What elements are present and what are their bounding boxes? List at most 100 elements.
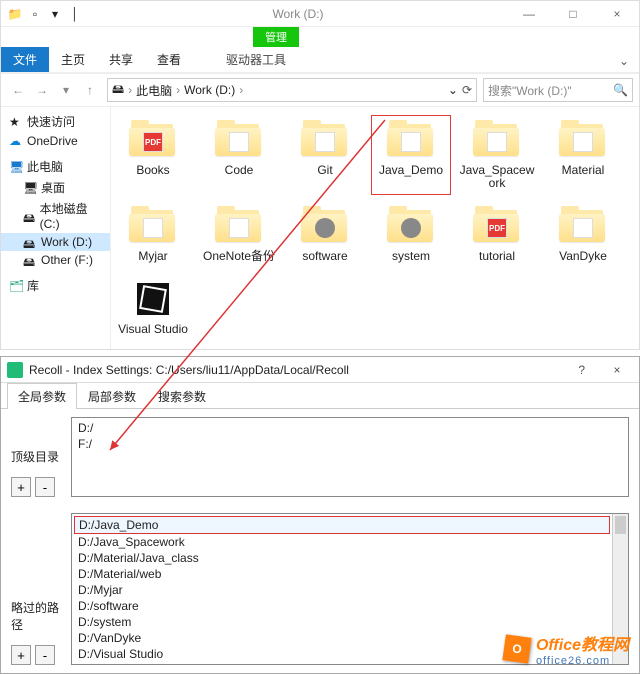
list-item[interactable]: D:/Material/Java_class — [74, 550, 610, 566]
folder-label: Visual Studio — [118, 323, 188, 336]
folder-item[interactable]: Material — [543, 115, 623, 195]
drive-icon: 🖴 — [23, 253, 37, 267]
top-dirs-remove-button[interactable]: - — [35, 477, 55, 497]
nav-up-button[interactable]: ↑ — [79, 79, 101, 101]
drive-icon: 🖴 — [23, 235, 37, 249]
folder-icon: PDF — [473, 206, 521, 246]
folder-label: Books — [136, 164, 169, 177]
window-title: Work (D:) — [89, 7, 507, 21]
ribbon-tab-share[interactable]: 共享 — [97, 47, 145, 72]
skip-paths-remove-button[interactable]: - — [35, 645, 55, 665]
folder-icon — [559, 206, 607, 246]
watermark: O Office教程网 office26.com — [504, 631, 629, 667]
close-button[interactable]: × — [595, 1, 639, 27]
close-button[interactable]: × — [601, 363, 633, 377]
folder-item[interactable]: Code — [199, 115, 279, 195]
recoll-titlebar: Recoll - Index Settings: C:/Users/liu11/… — [1, 357, 639, 383]
folder-item[interactable]: software — [285, 201, 365, 268]
folder-label: Code — [225, 164, 254, 177]
folder-item[interactable]: Java_Demo — [371, 115, 451, 195]
nav-onedrive[interactable]: ☁OneDrive — [1, 132, 110, 150]
chevron-right-icon[interactable]: › — [176, 83, 180, 97]
ribbon-tab-view[interactable]: 查看 — [145, 47, 193, 72]
refresh-button[interactable]: ⟳ — [462, 83, 472, 97]
nav-thispc[interactable]: 🖥此电脑 — [1, 156, 110, 177]
qat-item[interactable]: ▫ — [27, 6, 43, 22]
list-item[interactable]: F:/ — [74, 436, 626, 452]
address-dropdown[interactable]: ⌄ — [448, 83, 458, 97]
folder-icon — [559, 120, 607, 160]
folder-item[interactable]: PDF tutorial — [457, 201, 537, 268]
ribbon-expand-button[interactable]: ⌄ — [609, 50, 639, 72]
folder-icon — [387, 120, 435, 160]
ribbon-tab-file[interactable]: 文件 — [1, 47, 49, 72]
breadcrumb-thispc[interactable]: 此电脑 — [136, 82, 172, 99]
tab-search[interactable]: 搜索参数 — [147, 383, 217, 409]
qat-dropdown[interactable]: ▾ — [47, 6, 63, 22]
folder-label: Java_Demo — [379, 164, 443, 177]
address-bar[interactable]: 🖴 › 此电脑 › Work (D:) › ⌄ ⟳ — [107, 78, 477, 102]
address-row: ← → ▾ ↑ 🖴 › 此电脑 › Work (D:) › ⌄ ⟳ 搜索"Wor… — [1, 74, 639, 107]
nav-desktop[interactable]: 🖥桌面 — [1, 177, 110, 198]
ribbon-tab-drive-tools[interactable]: 驱动器工具 — [213, 47, 299, 72]
nav-label: 桌面 — [41, 179, 65, 196]
list-item[interactable]: D:/ — [74, 420, 626, 436]
list-item[interactable]: D:/software — [74, 598, 610, 614]
folder-label: software — [302, 250, 347, 263]
chevron-right-icon[interactable]: › — [128, 83, 132, 97]
nav-label: 库 — [27, 277, 39, 294]
breadcrumb-drive[interactable]: Work (D:) — [184, 83, 235, 97]
folder-label: tutorial — [479, 250, 515, 263]
folder-icon — [301, 120, 349, 160]
list-item[interactable]: D:/system — [74, 614, 610, 630]
maximize-button[interactable]: □ — [551, 1, 595, 27]
top-dirs-list[interactable]: D:/F:/ — [71, 417, 629, 497]
folder-label: Git — [317, 164, 332, 177]
folder-item[interactable]: Myjar — [113, 201, 193, 268]
folder-item[interactable]: OneNote备份 — [199, 201, 279, 268]
tab-global[interactable]: 全局参数 — [7, 383, 77, 409]
list-item[interactable]: D:/Java_Spacework — [74, 534, 610, 550]
minimize-button[interactable]: — — [507, 1, 551, 27]
explorer-titlebar: 📁 ▫ ▾ │ Work (D:) — □ × — [1, 1, 639, 27]
search-placeholder: 搜索"Work (D:)" — [488, 82, 572, 99]
nav-other-f[interactable]: 🖴Other (F:) — [1, 251, 110, 269]
folder-label: Myjar — [138, 250, 167, 263]
top-dirs-add-button[interactable]: + — [11, 477, 31, 497]
folder-icon: PDF — [129, 120, 177, 160]
help-button[interactable]: ? — [566, 363, 598, 377]
list-item[interactable]: D:/Material/web — [74, 566, 610, 582]
nav-label: Work (D:) — [41, 235, 92, 249]
scrollbar-thumb[interactable] — [615, 516, 626, 534]
folder-item[interactable]: PDF Books — [113, 115, 193, 195]
chevron-right-icon[interactable]: › — [239, 83, 243, 97]
top-dirs-label: 顶级目录 — [11, 448, 63, 465]
section-top-dirs: 顶级目录 + - D:/F:/ — [1, 409, 639, 505]
folder-icon — [129, 206, 177, 246]
folder-item[interactable]: Java_Spacework — [457, 115, 537, 195]
ribbon-tab-home[interactable]: 主页 — [49, 47, 97, 72]
skip-paths-add-button[interactable]: + — [11, 645, 31, 665]
list-item[interactable]: D:/Java_Demo — [74, 516, 610, 534]
folder-item[interactable]: Visual Studio — [113, 274, 193, 341]
folder-icon — [301, 206, 349, 246]
list-item[interactable]: D:/Myjar — [74, 582, 610, 598]
nav-label: 此电脑 — [27, 158, 63, 175]
folder-label: Material — [562, 164, 605, 177]
watermark-url: office26.com — [536, 655, 629, 667]
nav-forward-button[interactable]: → — [31, 79, 53, 101]
tab-local[interactable]: 局部参数 — [77, 383, 147, 409]
search-input[interactable]: 搜索"Work (D:)" 🔍 — [483, 78, 633, 102]
folder-item[interactable]: VanDyke — [543, 201, 623, 268]
nav-libraries[interactable]: 🗂库 — [1, 275, 110, 296]
folder-item[interactable]: Git — [285, 115, 365, 195]
nav-local-c[interactable]: 🖴本地磁盘 (C:) — [1, 198, 110, 233]
nav-quick-access[interactable]: ★快速访问 — [1, 111, 110, 132]
folder-item[interactable]: system — [371, 201, 451, 268]
folder-icon — [129, 279, 177, 319]
nav-history-button[interactable]: ▾ — [55, 79, 77, 101]
nav-back-button[interactable]: ← — [7, 79, 29, 101]
folder-label: VanDyke — [559, 250, 607, 263]
nav-work-d[interactable]: 🖴 Work (D:) — [1, 233, 110, 251]
nav-label: OneDrive — [27, 134, 78, 148]
